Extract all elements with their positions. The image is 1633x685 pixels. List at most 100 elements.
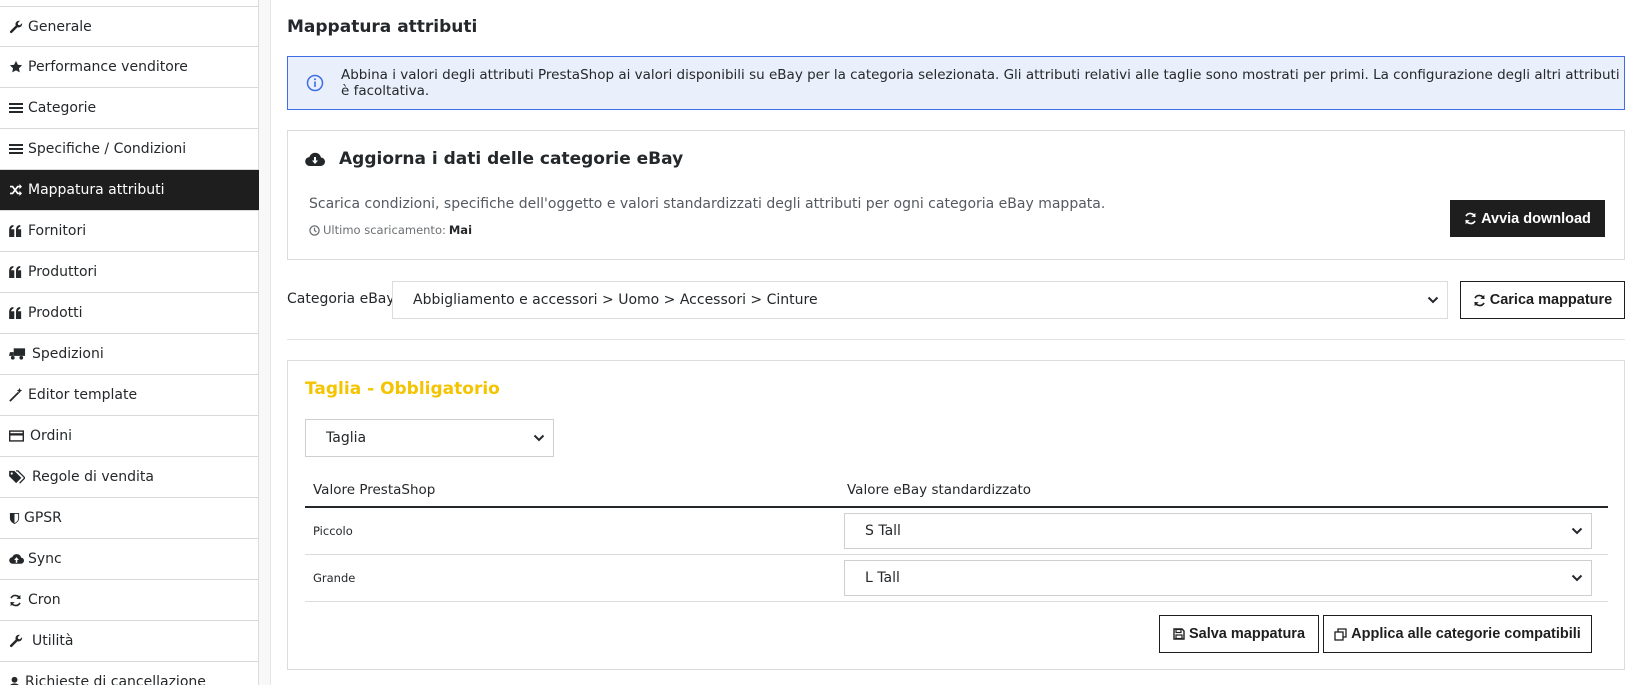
list-icon xyxy=(9,100,27,116)
download-card-title: Aggiorna i dati delle categorie eBay xyxy=(305,149,683,169)
ebay-value-select[interactable]: L Tall xyxy=(844,560,1592,596)
sidebar-item-label: Richieste di cancellazione xyxy=(25,674,206,685)
save-mapping-label: Salva mappatura xyxy=(1188,626,1306,642)
save-mapping-button[interactable]: Salva mappatura xyxy=(1159,615,1319,653)
sidebar-item-mappatura-attributi[interactable]: Mappatura attributi xyxy=(0,170,259,211)
sidebar-item-prodotti[interactable]: Prodotti xyxy=(0,293,259,334)
start-download-button[interactable]: Avvia download xyxy=(1450,200,1605,237)
chevron-down-icon xyxy=(1571,574,1583,582)
sidebar-item-label: Produttori xyxy=(28,264,98,280)
info-alert-text: Abbina i valori degli attributi PrestaSh… xyxy=(341,67,1620,99)
star-icon xyxy=(9,59,27,75)
sidebar-item-cron[interactable]: Cron xyxy=(0,580,259,621)
size-mapping-panel: Taglia - Obbligatorio Taglia Valore Pres… xyxy=(287,360,1625,670)
info-circle-icon xyxy=(306,74,324,92)
table-row: Grande L Tall xyxy=(305,555,1608,602)
cloud-download-icon xyxy=(305,152,325,167)
refresh-icon xyxy=(1464,212,1477,225)
tags-icon xyxy=(9,469,31,485)
apply-compatible-label: Applica alle categorie compatibili xyxy=(1351,626,1581,642)
sidebar-item-label: Categorie xyxy=(28,100,97,116)
chevron-down-icon xyxy=(1571,527,1583,535)
cloud-upload-icon xyxy=(9,551,27,567)
sidebar-item-utilita[interactable]: Utilità xyxy=(0,621,259,662)
sidebar-item-specifiche[interactable]: Specifiche / Condizioni xyxy=(0,129,259,170)
sidebar-menu: Generale Performance venditore Categorie… xyxy=(0,6,259,685)
user-icon xyxy=(9,674,24,685)
last-download-label: Ultimo scaricamento: xyxy=(323,223,446,237)
chevron-down-icon xyxy=(1427,296,1439,304)
sidebar-gutter xyxy=(259,0,271,685)
chevron-down-icon xyxy=(533,434,545,442)
sidebar: Generale Performance venditore Categorie… xyxy=(0,0,259,685)
copy-icon xyxy=(1334,627,1347,641)
main-content: Mappatura attributi Abbina i valori degl… xyxy=(287,0,1625,685)
sidebar-item-label: Cron xyxy=(28,592,61,608)
download-card: Aggiorna i dati delle categorie eBay Sca… xyxy=(287,130,1625,260)
ebay-value-select[interactable]: S Tall xyxy=(844,513,1592,549)
start-download-label: Avvia download xyxy=(1481,210,1591,227)
column-header-prestashop: Valore PrestaShop xyxy=(313,482,436,498)
list-icon xyxy=(9,141,27,157)
quote-icon xyxy=(9,223,27,239)
quote-icon xyxy=(9,305,27,321)
ebay-value-select-value: S Tall xyxy=(865,523,901,539)
sidebar-item-label: Ordini xyxy=(30,428,73,444)
floppy-disk-icon xyxy=(1173,628,1185,640)
category-select-value: Abbigliamento e accessori > Uomo > Acces… xyxy=(413,292,818,308)
column-header-ebay: Valore eBay standardizzato xyxy=(847,482,1032,498)
divider xyxy=(287,339,1625,340)
mapping-table-header: Valore PrestaShop Valore eBay standardiz… xyxy=(305,473,1608,508)
sidebar-item-label: Mappatura attributi xyxy=(28,182,165,198)
download-card-title-text: Aggiorna i dati delle categorie eBay xyxy=(339,149,684,169)
sidebar-item-regole-vendita[interactable]: Regole di vendita xyxy=(0,457,259,498)
prestashop-value: Piccolo xyxy=(313,524,353,538)
wrench-icon xyxy=(9,633,31,649)
refresh-icon xyxy=(9,592,27,608)
table-row: Piccolo S Tall xyxy=(305,508,1608,555)
mapping-table: Valore PrestaShop Valore eBay standardiz… xyxy=(305,473,1608,602)
sidebar-item-label: Fornitori xyxy=(28,223,87,239)
magic-wand-icon xyxy=(9,387,27,403)
category-label: Categoria eBay xyxy=(287,291,395,307)
sidebar-item-richieste-cancellazione[interactable]: Richieste di cancellazione xyxy=(0,662,259,685)
sidebar-item-label: Regole di vendita xyxy=(32,469,154,485)
info-alert: Abbina i valori degli attributi PrestaSh… xyxy=(287,56,1625,110)
quote-icon xyxy=(9,264,27,280)
load-mappings-button[interactable]: Carica mappature xyxy=(1460,281,1625,319)
download-card-description: Scarica condizioni, specifiche dell'ogge… xyxy=(309,196,1106,212)
sidebar-item-label: Prodotti xyxy=(28,305,83,321)
sidebar-item-sync[interactable]: Sync xyxy=(0,539,259,580)
sidebar-item-gpsr[interactable]: GPSR xyxy=(0,498,259,539)
sidebar-item-label: Generale xyxy=(28,18,92,35)
prestashop-value: Grande xyxy=(313,571,356,585)
sidebar-item-fornitori[interactable]: Fornitori xyxy=(0,211,259,252)
sidebar-item-label: Editor template xyxy=(28,387,138,403)
size-mapping-title: Taglia - Obbligatorio xyxy=(305,379,500,399)
wrench-icon xyxy=(9,19,27,35)
sidebar-item-categorie[interactable]: Categorie xyxy=(0,88,259,129)
attribute-select-value: Taglia xyxy=(326,430,367,446)
category-select[interactable]: Abbigliamento e accessori > Uomo > Acces… xyxy=(392,281,1448,319)
shield-icon xyxy=(9,510,23,526)
sidebar-item-spedizioni[interactable]: Spedizioni xyxy=(0,334,259,375)
apply-compatible-button[interactable]: Applica alle categorie compatibili xyxy=(1323,615,1592,653)
sidebar-item-label: GPSR xyxy=(24,510,62,526)
page-title: Mappatura attributi xyxy=(287,17,478,37)
load-mappings-label: Carica mappature xyxy=(1489,292,1613,308)
attribute-select[interactable]: Taglia xyxy=(305,419,554,457)
credit-card-icon xyxy=(9,428,29,444)
truck-icon xyxy=(9,346,31,362)
sidebar-item-produttori[interactable]: Produttori xyxy=(0,252,259,293)
sidebar-item-editor-template[interactable]: Editor template xyxy=(0,375,259,416)
sidebar-item-label: Specifiche / Condizioni xyxy=(28,141,187,157)
sidebar-item-label: Sync xyxy=(28,551,62,567)
sidebar-item-generale[interactable]: Generale xyxy=(0,6,259,47)
sidebar-item-performance[interactable]: Performance venditore xyxy=(0,47,259,88)
refresh-icon xyxy=(1473,294,1486,307)
ebay-value-select-value: L Tall xyxy=(865,570,900,586)
clock-icon xyxy=(309,224,320,236)
last-download-value: Mai xyxy=(448,223,473,237)
sidebar-item-ordini[interactable]: Ordini xyxy=(0,416,259,457)
last-download: Ultimo scaricamento: Mai xyxy=(309,223,472,237)
